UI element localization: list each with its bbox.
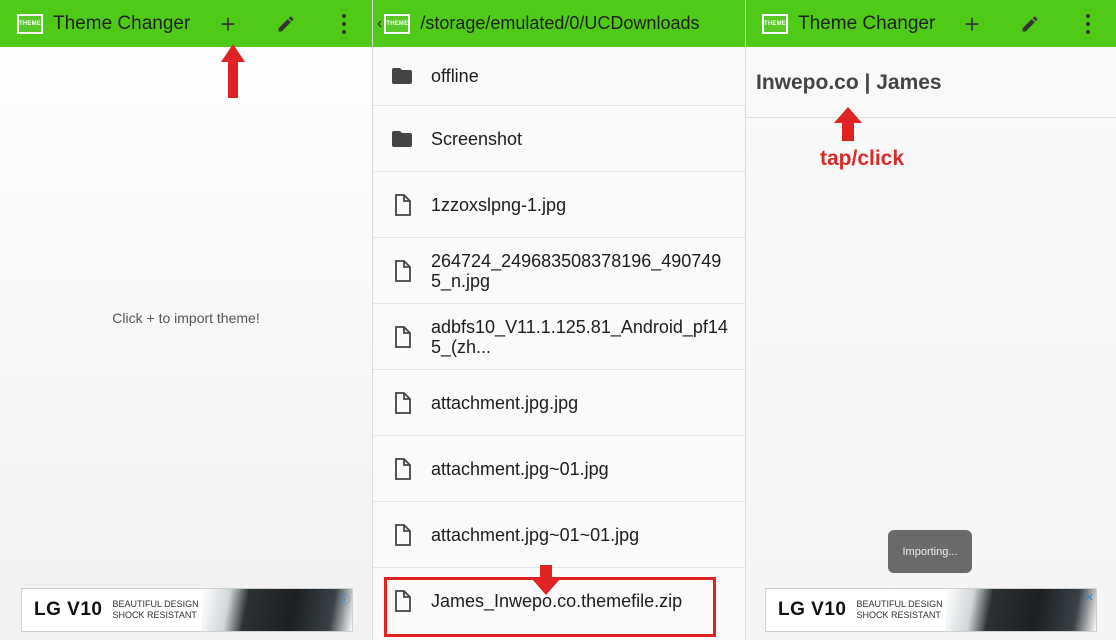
overflow-menu-button[interactable] [326,0,362,47]
toast-message: Importing... [888,530,972,573]
item-name: offline [431,66,479,86]
item-name: attachment.jpg~01.jpg [431,458,609,479]
item-name: Screenshot [431,128,523,149]
file-icon [395,259,411,282]
item-name: adbfs10_V11.1.125.81_Android_pf145_(zh..… [431,316,728,357]
red-arrow-icon [834,107,862,141]
app-title: Theme Changer [53,12,191,34]
list-item-folder[interactable]: Screenshot [373,106,745,172]
overflow-menu-icon [342,13,346,34]
item-name: attachment.jpg~01~01.jpg [431,524,640,545]
app-logo: THEME [17,13,43,34]
list-item-file[interactable]: 1zzoxslpng-1.jpg [373,172,745,238]
ad-close-icon[interactable]: ✕ [1085,591,1094,604]
ad-tagline: BEAUTIFUL DESIGN SHOCK RESISTANT [856,599,943,620]
app-logo: THEME [762,13,788,34]
app-bar: THEME Theme Changer + [746,0,1116,47]
list-item-file[interactable]: attachment.jpg.jpg [373,370,745,436]
edit-button[interactable] [268,0,304,47]
red-arrow-icon [532,565,560,595]
item-name: 264724_249683508378196_4907495_n.jpg [431,250,722,291]
folder-icon [392,68,412,84]
ad-banner[interactable]: LG V10 BEAUTIFUL DESIGN SHOCK RESISTANT ⓘ [21,588,353,632]
plus-icon: + [964,8,980,39]
ad-phone-image [946,589,1096,631]
current-path: /storage/emulated/0/UCDownloads [420,13,700,33]
file-picker-screen: ‹ THEME /storage/emulated/0/UCDownloads … [373,0,745,640]
file-icon [395,193,411,216]
tap-annotation: tap/click [820,147,905,170]
theme-name: Inwepo.co | James [756,71,942,94]
ad-brand: LG V10 [778,599,847,620]
pencil-icon [1022,15,1038,31]
ad-brand: LG V10 [34,599,103,620]
app-bar: THEME Theme Changer + [0,0,372,47]
plus-icon: + [220,8,236,39]
file-icon [395,523,411,546]
theme-changer-imported-screen: THEME Theme Changer + Inwepo.co | James … [746,0,1116,640]
app-title: Theme Changer [798,12,936,34]
overflow-menu-icon [1086,13,1090,34]
edit-button[interactable] [1012,0,1048,47]
item-name: 1zzoxslpng-1.jpg [431,194,567,215]
file-icon [395,391,411,414]
folder-icon [392,130,412,147]
list-item-folder[interactable]: offline [373,47,745,106]
list-item-file[interactable]: 264724_249683508378196_4907495_n.jpg [373,238,745,304]
file-list: offline Screenshot 1zzoxslpng-1.jpg 2647… [373,47,745,634]
app-bar: ‹ THEME /storage/emulated/0/UCDownloads [373,0,745,47]
overflow-menu-button[interactable] [1070,0,1106,47]
list-item-file[interactable]: attachment.jpg~01~01.jpg [373,502,745,568]
theme-changer-empty-screen: THEME Theme Changer + Click + to import … [0,0,372,640]
list-item-file[interactable]: attachment.jpg~01.jpg [373,436,745,502]
list-item-file[interactable]: adbfs10_V11.1.125.81_Android_pf145_(zh..… [373,304,745,370]
ad-tagline: BEAUTIFUL DESIGN SHOCK RESISTANT [112,599,199,620]
file-icon [395,325,411,348]
ad-banner[interactable]: LG V10 BEAUTIFUL DESIGN SHOCK RESISTANT ✕ [765,588,1097,632]
ad-info-icon[interactable]: ⓘ [339,591,350,607]
add-theme-button[interactable]: + [954,0,990,47]
empty-state-message: Click + to import theme! [112,310,260,326]
pencil-icon [278,15,294,31]
item-name: attachment.jpg.jpg [431,392,579,413]
ad-phone-image [202,589,352,631]
chevron-left-icon[interactable]: ‹ [377,15,382,33]
app-logo: THEME [384,13,411,34]
theme-list-item[interactable]: Inwepo.co | James [746,47,1116,118]
add-theme-button[interactable]: + [210,0,246,47]
file-icon [395,457,411,480]
red-arrow-icon [221,44,245,98]
